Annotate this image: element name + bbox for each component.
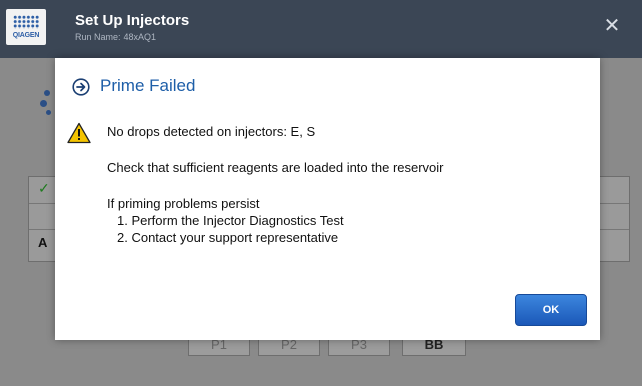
step-item: 1. Perform the Injector Diagnostics Test <box>117 213 344 228</box>
error-message: No drops detected on injectors: E, S <box>107 124 316 139</box>
check-reagents-text: Check that sufficient reagents are loade… <box>107 160 444 175</box>
check-icon: ✓ <box>38 180 50 196</box>
page-title: Set Up Injectors <box>75 12 190 29</box>
circle-arrow-right-icon <box>72 78 90 96</box>
row-label: A <box>38 235 48 250</box>
logo-dots-icon <box>13 15 39 29</box>
step-item: 2. Contact your support representative <box>117 230 339 245</box>
run-name-label: Run Name: <box>75 32 121 42</box>
run-name-value: 48xAQ1 <box>123 32 157 42</box>
decor-dot <box>40 100 47 107</box>
app-header: QIAGEN Set Up Injectors Run Name: 48xAQ1 … <box>0 0 642 58</box>
persist-text: If priming problems persist <box>107 196 260 211</box>
decor-dot <box>44 90 50 96</box>
decor-dot <box>46 110 51 115</box>
ok-button[interactable]: OK <box>515 294 587 326</box>
dialog-title: Prime Failed <box>100 76 196 95</box>
run-name: Run Name: 48xAQ1 <box>75 32 159 42</box>
qiagen-logo: QIAGEN <box>6 9 46 45</box>
warning-triangle-icon <box>67 122 91 144</box>
close-icon[interactable]: ✕ <box>600 14 624 38</box>
logo-text: QIAGEN <box>12 32 40 39</box>
prime-failed-dialog: Prime Failed No drops detected on inject… <box>55 58 600 340</box>
